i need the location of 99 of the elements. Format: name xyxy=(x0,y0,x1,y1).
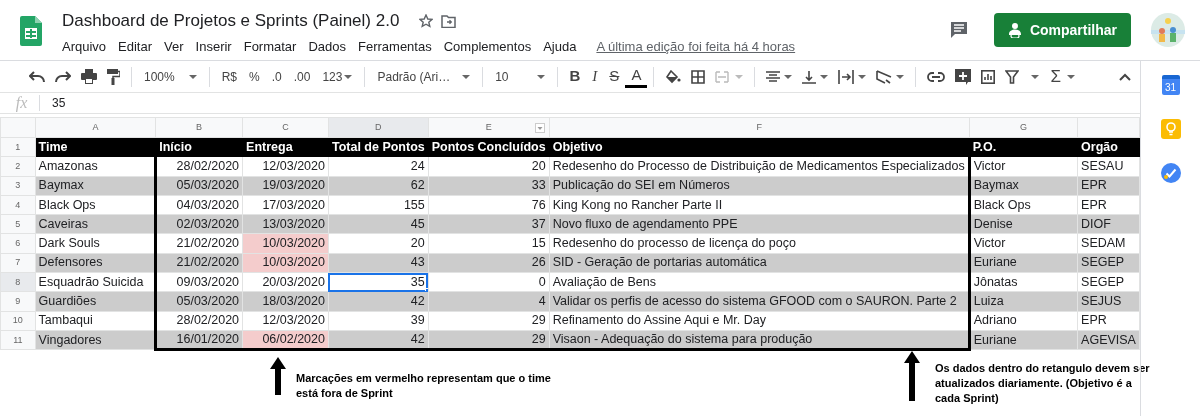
table-cell[interactable]: 29 xyxy=(428,311,550,331)
caret-icon xyxy=(1066,74,1075,79)
table-cell[interactable]: 76 xyxy=(428,195,550,215)
table-cell[interactable]: 17/03/2020 xyxy=(242,195,329,215)
check-icon[interactable] xyxy=(1160,163,1181,183)
avatar[interactable] xyxy=(1151,13,1185,47)
caret-icon[interactable] xyxy=(784,74,793,79)
undo-icon[interactable] xyxy=(29,70,45,83)
caret-icon xyxy=(462,74,471,79)
menu-item[interactable]: Dados xyxy=(302,37,352,56)
table-cell[interactable]: 15 xyxy=(428,234,550,254)
column-header[interactable]: D xyxy=(328,117,429,138)
text-wrap-icon[interactable] xyxy=(838,69,855,84)
caret-icon xyxy=(735,74,744,79)
up-arrow xyxy=(904,351,920,402)
table-cell[interactable]: SESAU xyxy=(1077,156,1140,177)
table-cell[interactable]: 12/03/2020 xyxy=(242,311,329,331)
person-icon xyxy=(1007,22,1022,38)
merge-icon xyxy=(715,70,730,83)
text-color-button[interactable]: A xyxy=(625,65,648,88)
chart-icon[interactable] xyxy=(981,69,996,84)
last-edit-link[interactable]: A última edição foi feita há 4 horas xyxy=(596,37,796,57)
table-cell[interactable]: SEGEP xyxy=(1077,272,1140,292)
up-arrow xyxy=(270,357,286,396)
menu-item[interactable]: Arquivo xyxy=(56,37,113,56)
column-header[interactable]: B xyxy=(155,117,243,138)
collapse-icon[interactable] xyxy=(1119,72,1131,81)
align-icon[interactable] xyxy=(766,70,781,83)
italic-button[interactable]: I xyxy=(586,64,604,89)
table-cell[interactable]: 39 xyxy=(328,311,429,331)
column-header[interactable]: G xyxy=(969,117,1078,138)
vertical-align-icon[interactable] xyxy=(802,69,817,84)
menu-item[interactable]: Inserir xyxy=(189,37,238,56)
table-cell[interactable]: SEDAM xyxy=(1077,234,1140,254)
font-dropdown[interactable]: Padrão (Ari… xyxy=(371,64,477,89)
menu-item[interactable]: Ferramentas xyxy=(352,37,438,56)
table-cell[interactable]: 20 xyxy=(328,234,429,254)
decrease-decimal-button[interactable]: .0 xyxy=(265,64,288,89)
column-header[interactable]: E xyxy=(428,117,550,138)
print-icon[interactable] xyxy=(81,69,97,84)
table-cell[interactable]: 16/01/2020 xyxy=(155,330,243,350)
calendar-icon[interactable]: 31 xyxy=(1161,75,1180,95)
caret-icon xyxy=(536,74,545,79)
menu-item[interactable]: Complementos xyxy=(437,37,538,56)
strikethrough-button[interactable]: S xyxy=(603,64,626,89)
table-cell[interactable]: Jônatas xyxy=(969,272,1078,292)
currency-button[interactable]: R$ xyxy=(215,64,244,89)
filter-dropdown-icon[interactable] xyxy=(534,123,545,133)
table-cell[interactable]: 155 xyxy=(328,195,429,215)
table-cell[interactable]: 20 xyxy=(428,156,550,177)
fx-label: fx xyxy=(14,93,29,114)
table-cell[interactable]: Black Ops xyxy=(969,195,1078,215)
font-size-dropdown[interactable]: 10 xyxy=(489,64,551,89)
table-cell[interactable]: 12/03/2020 xyxy=(242,156,329,177)
share-button[interactable]: Compartilhar xyxy=(993,13,1131,47)
fill-color-icon[interactable] xyxy=(665,69,682,84)
comment-icon[interactable] xyxy=(949,21,968,39)
formula-value[interactable]: 35 xyxy=(52,94,66,112)
percent-button[interactable]: % xyxy=(243,64,266,89)
table-cell[interactable]: 24 xyxy=(328,156,429,177)
menu-item[interactable]: Editar xyxy=(112,37,159,56)
table-cell[interactable]: Adriano xyxy=(969,311,1078,331)
bold-button[interactable]: B xyxy=(563,64,587,89)
star-icon[interactable] xyxy=(419,14,434,28)
paint-format-icon[interactable] xyxy=(107,68,120,85)
folder-icon[interactable] xyxy=(441,14,457,28)
link-icon[interactable] xyxy=(927,71,946,82)
table-cell[interactable]: EPR xyxy=(1077,311,1140,331)
document-title[interactable]: Dashboard de Projetos e Sprints (Painel) 2.0 xyxy=(62,11,400,31)
caret-icon xyxy=(344,74,353,79)
functions-dropdown[interactable]: Σ xyxy=(1044,64,1081,89)
table-cell[interactable]: Victor xyxy=(969,234,1078,254)
caret-icon[interactable] xyxy=(896,74,905,79)
table-cell[interactable]: Victor xyxy=(969,156,1078,177)
table-cell[interactable]: 05/03/2020 xyxy=(155,176,243,196)
table-cell[interactable]: 35 xyxy=(328,272,429,292)
zoom-dropdown[interactable]: 100% xyxy=(138,64,203,89)
table-cell[interactable]: 21/02/2020 xyxy=(155,253,243,273)
sheets-logo[interactable] xyxy=(20,16,42,46)
caret-icon[interactable] xyxy=(858,74,867,79)
annotation-text: Marcações em vermelho representam que o time está fora de Sprint xyxy=(296,371,552,402)
column-header[interactable]: F xyxy=(549,117,970,138)
menu-item[interactable]: Ajuda xyxy=(537,37,583,56)
caret-icon xyxy=(188,74,197,79)
caret-icon[interactable] xyxy=(820,74,829,79)
filter-icon[interactable] xyxy=(1005,69,1020,84)
menu-item[interactable]: Ver xyxy=(158,37,190,56)
menu-item[interactable]: Formatar xyxy=(237,37,303,56)
redo-icon[interactable] xyxy=(55,70,71,83)
caret-icon[interactable] xyxy=(1031,74,1040,79)
column-header[interactable]: C xyxy=(242,117,329,138)
increase-decimal-button[interactable]: .00 xyxy=(287,64,317,89)
column-header[interactable]: A xyxy=(35,117,156,138)
borders-icon[interactable] xyxy=(691,69,706,84)
number-format-dropdown[interactable]: 123 xyxy=(316,64,359,89)
add-comment-icon[interactable] xyxy=(955,68,972,85)
table-cell[interactable]: 0 xyxy=(428,272,550,292)
table-cell[interactable]: EPR xyxy=(1077,195,1140,215)
text-rotation-icon[interactable] xyxy=(876,69,893,84)
